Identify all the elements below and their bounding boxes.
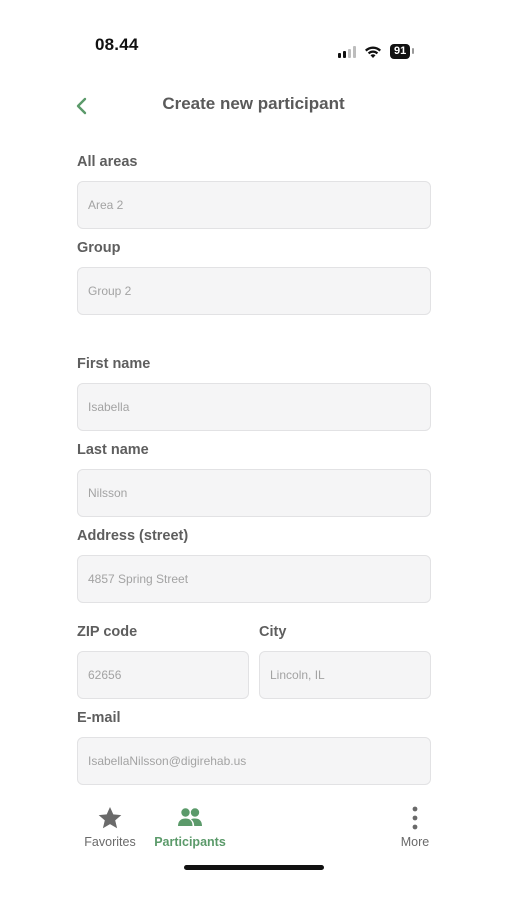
area-value: Area 2: [88, 198, 124, 212]
nav-favorites[interactable]: Favorites: [80, 806, 140, 849]
nav-favorites-label: Favorites: [84, 835, 136, 849]
last-name-label: Last name: [77, 442, 149, 458]
status-icons: 91: [338, 44, 415, 59]
page-title: Create new participant: [162, 94, 345, 113]
status-time: 08.44: [95, 35, 139, 54]
city-label: City: [259, 624, 287, 640]
cellular-signal-icon: [338, 45, 356, 58]
area-select[interactable]: Area 2: [77, 181, 431, 229]
people-icon: [178, 808, 202, 826]
email-label: E-mail: [77, 710, 121, 726]
first-name-field[interactable]: Isabella: [77, 383, 431, 431]
nav-more[interactable]: More: [395, 806, 435, 849]
email-value: IsabellaNilsson@digirehab.us: [88, 754, 247, 768]
zip-label: ZIP code: [77, 624, 138, 640]
city-value: Lincoln, IL: [270, 668, 325, 682]
last-name-value: Nilsson: [88, 486, 128, 500]
more-vertical-icon: [412, 806, 418, 830]
email-field[interactable]: IsabellaNilsson@digirehab.us: [77, 737, 431, 785]
last-name-field[interactable]: Nilsson: [77, 469, 431, 517]
star-icon: [98, 807, 122, 829]
area-label: All areas: [77, 154, 138, 170]
nav-participants[interactable]: Participants: [149, 806, 231, 849]
nav-more-label: More: [400, 835, 430, 849]
first-name-label: First name: [77, 356, 151, 372]
group-label: Group: [77, 240, 121, 256]
battery-indicator: 91: [390, 44, 415, 59]
first-name-value: Isabella: [88, 400, 130, 414]
zip-value: 62656: [88, 668, 122, 682]
group-select[interactable]: Group 2: [77, 267, 431, 315]
zip-field[interactable]: 62656: [77, 651, 249, 699]
wifi-icon: [365, 46, 381, 58]
address-label: Address (street): [77, 528, 189, 544]
address-field[interactable]: 4857 Spring Street: [77, 555, 431, 603]
address-value: 4857 Spring Street: [88, 572, 189, 586]
home-indicator: [184, 865, 324, 870]
nav-participants-label: Participants: [154, 835, 226, 849]
city-field[interactable]: Lincoln, IL: [259, 651, 431, 699]
group-value: Group 2: [88, 284, 132, 298]
